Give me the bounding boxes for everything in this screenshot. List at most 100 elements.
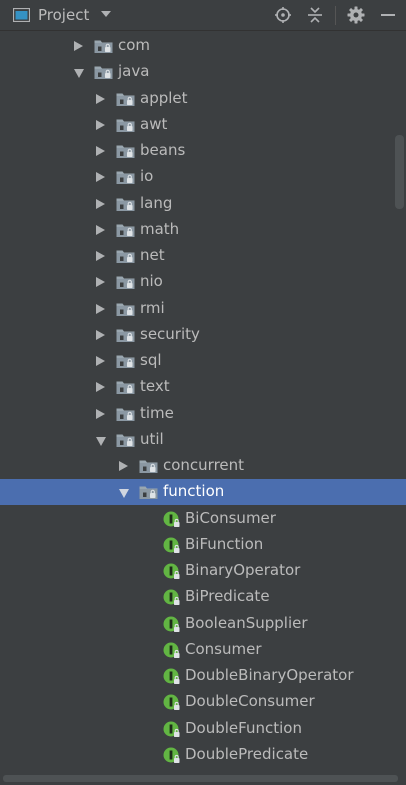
tree-row-label: awt	[140, 114, 168, 133]
tree-row-text[interactable]: text	[0, 374, 406, 400]
tree-row-label: BiFunction	[185, 534, 264, 553]
package-folder-icon	[116, 91, 135, 107]
tree-row-label: BiPredicate	[185, 587, 270, 606]
collapsed-arrow-icon[interactable]	[96, 251, 105, 261]
tree-row-concurrent[interactable]: concurrent	[0, 453, 406, 479]
interface-icon	[163, 511, 180, 528]
package-folder-icon	[116, 248, 135, 264]
collapsed-arrow-icon[interactable]	[96, 408, 105, 419]
collapse-all-icon[interactable]	[306, 6, 324, 24]
vertical-scrollbar-thumb[interactable]	[395, 135, 404, 209]
package-folder-icon	[116, 353, 135, 369]
package-folder-icon	[116, 222, 135, 238]
collapsed-arrow-icon[interactable]	[119, 461, 128, 471]
tree-row-beans[interactable]: beans	[0, 138, 406, 164]
package-folder-icon	[116, 301, 135, 317]
collapsed-arrow-icon[interactable]	[96, 303, 105, 314]
tree-row-label: BooleanSupplier	[185, 613, 308, 632]
package-folder-icon	[116, 432, 135, 448]
interface-icon	[163, 589, 180, 606]
tree-row-label: function	[163, 482, 225, 501]
tree-row-function[interactable]: function	[0, 479, 406, 506]
tree-row-rmi[interactable]: rmi	[0, 296, 406, 322]
tree-row-label: security	[140, 324, 200, 343]
settings-gear-icon[interactable]	[347, 6, 365, 24]
tree-row-awt[interactable]: awt	[0, 112, 406, 138]
package-folder-icon	[139, 484, 158, 500]
tree-row-label: sql	[140, 351, 162, 369]
interface-icon	[163, 642, 180, 659]
tree-row-label: DoubleFunction	[185, 718, 302, 737]
collapsed-arrow-icon[interactable]	[96, 382, 105, 393]
tree-row-label: BiConsumer	[185, 508, 276, 527]
horizontal-scrollbar-thumb[interactable]	[3, 775, 398, 782]
package-folder-icon	[116, 406, 135, 422]
interface-icon	[163, 747, 180, 764]
tree-row-biconsumer[interactable]: BiConsumer	[0, 506, 406, 532]
expanded-arrow-icon[interactable]	[96, 436, 106, 446]
tree-row-com[interactable]: com	[0, 33, 406, 59]
tree-row-booleansupplier[interactable]: BooleanSupplier	[0, 611, 406, 637]
tree-row-label: Consumer	[185, 639, 262, 658]
tree-row-doublepredicate[interactable]: DoublePredicate	[0, 742, 406, 768]
project-tree: com java applet awt beans io lang math net nio rmi…	[0, 31, 406, 771]
collapsed-arrow-icon[interactable]	[96, 198, 105, 209]
project-tool-window-header: Project	[0, 0, 406, 31]
tree-row-doublebinaryoperator[interactable]: DoubleBinaryOperator	[0, 663, 406, 689]
tree-row-math[interactable]: math	[0, 217, 406, 243]
tree-row-doubleconsumer[interactable]: DoubleConsumer	[0, 689, 406, 715]
interface-icon	[163, 616, 180, 633]
project-view-title[interactable]: Project	[38, 6, 89, 24]
dropdown-caret-icon[interactable]	[101, 11, 111, 17]
tree-row-label: com	[118, 36, 151, 54]
expanded-arrow-icon[interactable]	[119, 489, 129, 499]
tree-row-label: beans	[140, 141, 186, 159]
tree-row-java[interactable]: java	[0, 59, 406, 85]
package-folder-icon	[116, 327, 135, 343]
package-folder-icon	[94, 64, 113, 80]
tree-row-label: BinaryOperator	[185, 561, 301, 579]
collapsed-arrow-icon[interactable]	[96, 277, 105, 288]
locate-target-icon[interactable]	[274, 6, 292, 24]
tree-row-label: io	[140, 167, 154, 186]
tree-row-consumer[interactable]: Consumer	[0, 637, 406, 663]
tree-row-label: math	[140, 219, 180, 238]
tree-row-sql[interactable]: sql	[0, 348, 406, 374]
package-folder-icon	[139, 458, 158, 474]
collapsed-arrow-icon[interactable]	[96, 329, 105, 340]
tree-row-util[interactable]: util	[0, 427, 406, 453]
tree-row-label: DoubleConsumer	[185, 692, 315, 711]
collapsed-arrow-icon[interactable]	[96, 224, 105, 235]
collapsed-arrow-icon[interactable]	[96, 146, 105, 156]
collapsed-arrow-icon[interactable]	[96, 356, 105, 366]
expanded-arrow-icon[interactable]	[74, 69, 84, 79]
package-folder-icon	[116, 169, 135, 185]
interface-icon	[163, 563, 180, 580]
project-view-icon[interactable]	[13, 8, 30, 22]
tree-row-label: DoublePredicate	[185, 744, 309, 763]
package-folder-icon	[116, 143, 135, 159]
tree-row-doublefunction[interactable]: DoubleFunction	[0, 716, 406, 742]
collapsed-arrow-icon[interactable]	[96, 172, 105, 183]
tree-row-bifunction[interactable]: BiFunction	[0, 532, 406, 558]
package-folder-icon	[116, 379, 135, 395]
tree-row-io[interactable]: io	[0, 164, 406, 190]
tree-row-bipredicate[interactable]: BiPredicate	[0, 584, 406, 610]
tree-row-lang[interactable]: lang	[0, 191, 406, 217]
package-folder-icon	[116, 117, 135, 133]
tree-row-net[interactable]: net	[0, 243, 406, 269]
tree-row-applet[interactable]: applet	[0, 86, 406, 112]
hide-panel-icon[interactable]	[379, 6, 397, 24]
tree-row-time[interactable]: time	[0, 401, 406, 427]
package-folder-icon	[94, 38, 113, 54]
tree-row-security[interactable]: security	[0, 322, 406, 348]
tree-row-label: util	[140, 429, 164, 448]
tree-row-label: java	[118, 62, 150, 81]
collapsed-arrow-icon[interactable]	[74, 41, 83, 51]
interface-icon	[163, 721, 180, 738]
collapsed-arrow-icon[interactable]	[96, 93, 105, 104]
tree-row-label: rmi	[140, 298, 165, 317]
tree-row-nio[interactable]: nio	[0, 269, 406, 295]
collapsed-arrow-icon[interactable]	[96, 119, 105, 130]
tree-row-binaryoperator[interactable]: BinaryOperator	[0, 558, 406, 584]
